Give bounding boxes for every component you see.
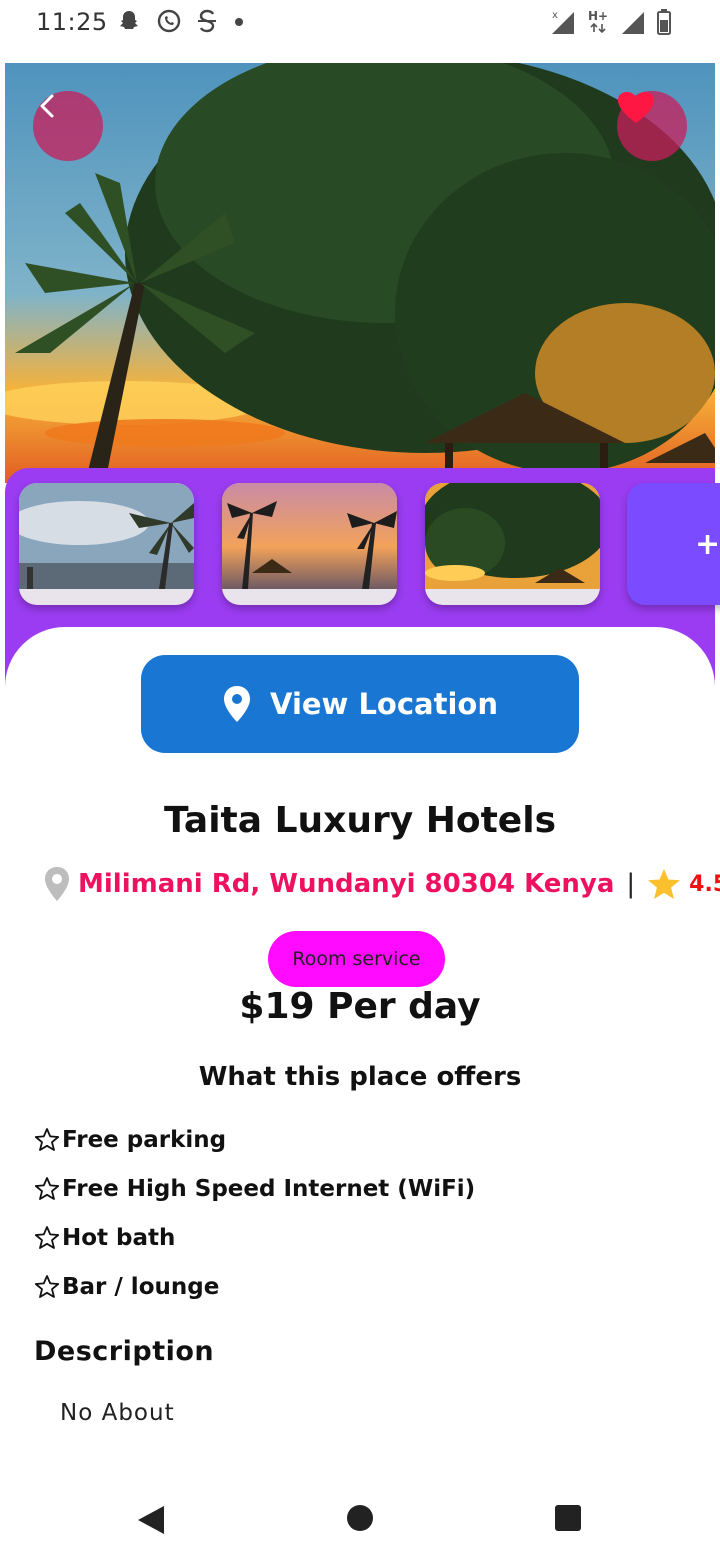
snapchat-icon xyxy=(120,11,138,29)
hotel-price: $19 Per day xyxy=(239,986,481,1027)
gallery-thumbnail[interactable] xyxy=(425,483,600,605)
offers-title: What this place offers xyxy=(198,1062,522,1092)
star-outline-icon xyxy=(34,1127,60,1151)
gallery-thumbnail[interactable] xyxy=(222,483,397,605)
description-text: No About xyxy=(60,1400,175,1426)
offer-label: Free High Speed Internet (WiFi) xyxy=(62,1175,476,1202)
star-outline-icon xyxy=(34,1274,60,1298)
battery-icon xyxy=(657,9,671,35)
nav-recents-icon[interactable] xyxy=(554,1504,582,1532)
hotel-rating: 4.5 xyxy=(689,871,720,897)
hero-image xyxy=(5,63,715,483)
back-button[interactable] xyxy=(33,91,103,161)
offer-item: Free High Speed Internet (WiFi) xyxy=(34,1164,475,1213)
view-location-button[interactable]: View Location xyxy=(141,655,579,753)
offer-label: Free parking xyxy=(62,1126,227,1153)
dot-icon xyxy=(235,18,243,26)
chevron-left-icon xyxy=(40,94,54,118)
signal-x-icon: x xyxy=(552,10,574,34)
star-outline-icon xyxy=(34,1176,60,1200)
svg-text:x: x xyxy=(552,10,558,21)
view-location-label: View Location xyxy=(270,687,498,721)
room-service-tag[interactable]: Room service xyxy=(268,931,445,987)
address-separator: | xyxy=(626,869,636,899)
favorite-button[interactable] xyxy=(617,91,687,161)
offer-item: Free parking xyxy=(34,1115,475,1164)
s-app-icon xyxy=(198,9,216,33)
status-time: 11:25 xyxy=(36,8,108,36)
star-icon xyxy=(648,869,681,899)
offer-label: Bar / lounge xyxy=(62,1273,220,1300)
gallery-thumbnail[interactable] xyxy=(19,483,194,605)
hotel-name: Taita Luxury Hotels xyxy=(163,800,556,841)
hero-scene xyxy=(5,63,715,483)
whatsapp-icon xyxy=(157,9,181,33)
nav-back-icon[interactable] xyxy=(136,1504,166,1536)
signal-icon xyxy=(622,12,644,34)
network-label: H+ xyxy=(588,9,608,23)
thumbnail-image xyxy=(425,483,600,589)
heart-icon xyxy=(618,92,654,123)
more-photos-button[interactable]: + xyxy=(627,483,720,605)
offer-item: Bar / lounge xyxy=(34,1262,475,1311)
description-title: Description xyxy=(34,1336,215,1367)
address-row: Milimani Rd, Wundanyi 80304 Kenya | 4.5 xyxy=(44,866,720,902)
offer-item: Hot bath xyxy=(34,1213,475,1262)
offers-list: Free parking Free High Speed Internet (W… xyxy=(34,1115,475,1311)
offer-label: Hot bath xyxy=(62,1224,176,1251)
nav-home-icon[interactable] xyxy=(346,1504,374,1532)
status-left-icons xyxy=(116,8,246,34)
thumbnail-image xyxy=(19,483,194,589)
map-pin-icon xyxy=(224,686,251,722)
star-outline-icon xyxy=(34,1225,60,1249)
location-pin-icon xyxy=(45,867,69,901)
hotel-address: Milimani Rd, Wundanyi 80304 Kenya xyxy=(78,869,615,899)
h-plus-icon: H+ xyxy=(588,9,608,34)
thumbnail-image xyxy=(222,483,397,589)
status-right-icons: x H+ xyxy=(550,8,672,36)
navigation-bar xyxy=(0,1480,720,1560)
status-bar: 11:25 x H+ xyxy=(0,0,720,60)
